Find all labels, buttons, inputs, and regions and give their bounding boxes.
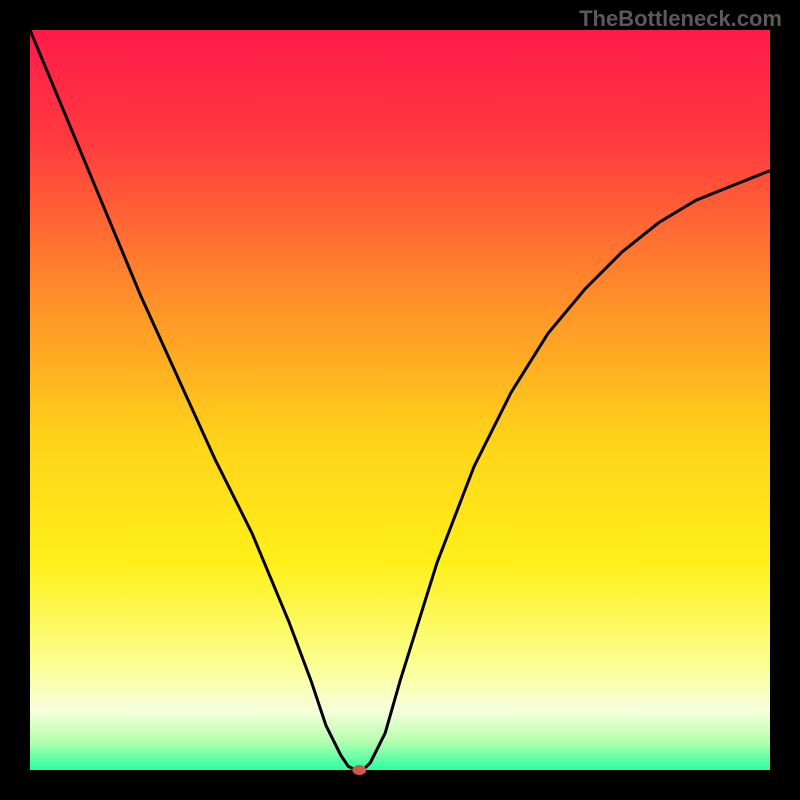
chart-svg <box>0 0 800 800</box>
chart-background <box>30 30 770 770</box>
bottleneck-chart: TheBottleneck.com <box>0 0 800 800</box>
watermark: TheBottleneck.com <box>579 6 782 32</box>
optimal-point-marker <box>352 765 366 775</box>
